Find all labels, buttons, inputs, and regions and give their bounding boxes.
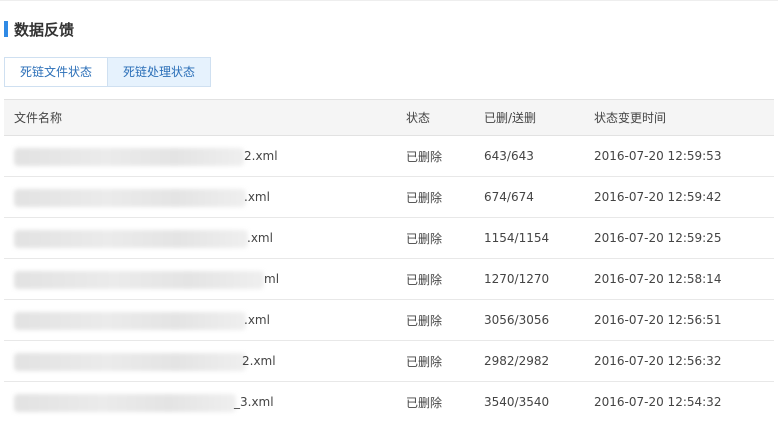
- time-cell: 2016-07-20 12:56:51: [594, 313, 722, 327]
- table-row: _3.xml 已删除 3540/3540 2016-07-20 12:54:32: [4, 382, 774, 422]
- section-title-text: 数据反馈: [14, 20, 75, 39]
- file-name-suffix: ml: [264, 272, 280, 286]
- table-row: ml 已删除 1270/1270 2016-07-20 12:58:14: [4, 259, 774, 300]
- redacted-filename: [14, 312, 246, 330]
- time-cell: 2016-07-20 12:59:25: [594, 231, 722, 245]
- file-name-suffix: _3.xml: [234, 395, 274, 409]
- col-header-status: 状态: [406, 111, 431, 125]
- file-name-cell: _3.xml: [4, 382, 396, 422]
- redacted-filename: [14, 189, 246, 207]
- status-cell: 已删除: [406, 313, 443, 328]
- file-name-cell: 2.xml: [4, 341, 396, 381]
- redacted-filename: [14, 271, 264, 289]
- dead-link-feedback-page: 数据反馈 死链文件状态 死链处理状态 文件名称 状态 已删/送删 状态变更时间 …: [0, 0, 778, 422]
- file-name-suffix: .xml: [247, 231, 273, 245]
- table-row: 2.xml 已删除 643/643 2016-07-20 12:59:53: [4, 136, 774, 177]
- redacted-filename: [14, 353, 246, 371]
- count-cell: 1270/1270: [484, 272, 550, 286]
- redacted-filename: [14, 394, 236, 412]
- redacted-filename: [14, 148, 244, 166]
- file-name-cell: ml: [4, 259, 396, 299]
- table-row: .xml 已删除 674/674 2016-07-20 12:59:42: [4, 177, 774, 218]
- count-cell: 3540/3540: [484, 395, 550, 409]
- count-cell: 643/643: [484, 149, 534, 163]
- redacted-filename: [14, 230, 248, 248]
- table-row: .xml 已删除 3056/3056 2016-07-20 12:56:51: [4, 300, 774, 341]
- table-row: 2.xml 已删除 2982/2982 2016-07-20 12:56:32: [4, 341, 774, 382]
- file-name-cell: 2.xml: [4, 136, 396, 176]
- title-accent-bar: [4, 21, 8, 37]
- time-cell: 2016-07-20 12:59:42: [594, 190, 722, 204]
- top-divider: [0, 0, 778, 1]
- tab-dead-link-process-status[interactable]: 死链处理状态: [108, 57, 212, 87]
- status-cell: 已删除: [406, 231, 443, 246]
- table-row: .xml 已删除 1154/1154 2016-07-20 12:59:25: [4, 218, 774, 259]
- file-name-cell: .xml: [4, 177, 396, 217]
- time-cell: 2016-07-20 12:59:53: [594, 149, 722, 163]
- count-cell: 674/674: [484, 190, 534, 204]
- count-cell: 2982/2982: [484, 354, 550, 368]
- tab-dead-link-file-status[interactable]: 死链文件状态: [4, 57, 109, 87]
- status-cell: 已删除: [406, 190, 443, 205]
- file-name-suffix: .xml: [244, 313, 270, 327]
- status-cell: 已删除: [406, 149, 443, 164]
- count-cell: 3056/3056: [484, 313, 550, 327]
- time-cell: 2016-07-20 12:56:32: [594, 354, 722, 368]
- file-name-suffix: 2.xml: [244, 149, 278, 163]
- count-cell: 1154/1154: [484, 231, 550, 245]
- col-header-time: 状态变更时间: [594, 111, 667, 125]
- col-header-file-name: 文件名称: [14, 111, 63, 125]
- file-name-cell: .xml: [4, 218, 396, 258]
- file-name-suffix: 2.xml: [242, 354, 276, 368]
- file-name-suffix: .xml: [244, 190, 270, 204]
- tab-bar: 死链文件状态 死链处理状态: [4, 57, 212, 87]
- time-cell: 2016-07-20 12:58:14: [594, 272, 722, 286]
- file-name-cell: .xml: [4, 300, 396, 340]
- status-cell: 已删除: [406, 395, 443, 410]
- feedback-table: 文件名称 状态 已删/送删 状态变更时间 2.xml 已删除 643/643 2…: [4, 99, 774, 422]
- status-cell: 已删除: [406, 272, 443, 287]
- section-title: 数据反馈: [4, 20, 75, 39]
- time-cell: 2016-07-20 12:54:32: [594, 395, 722, 409]
- status-cell: 已删除: [406, 354, 443, 369]
- table-header: 文件名称 状态 已删/送删 状态变更时间: [4, 100, 774, 136]
- col-header-count: 已删/送删: [484, 111, 537, 125]
